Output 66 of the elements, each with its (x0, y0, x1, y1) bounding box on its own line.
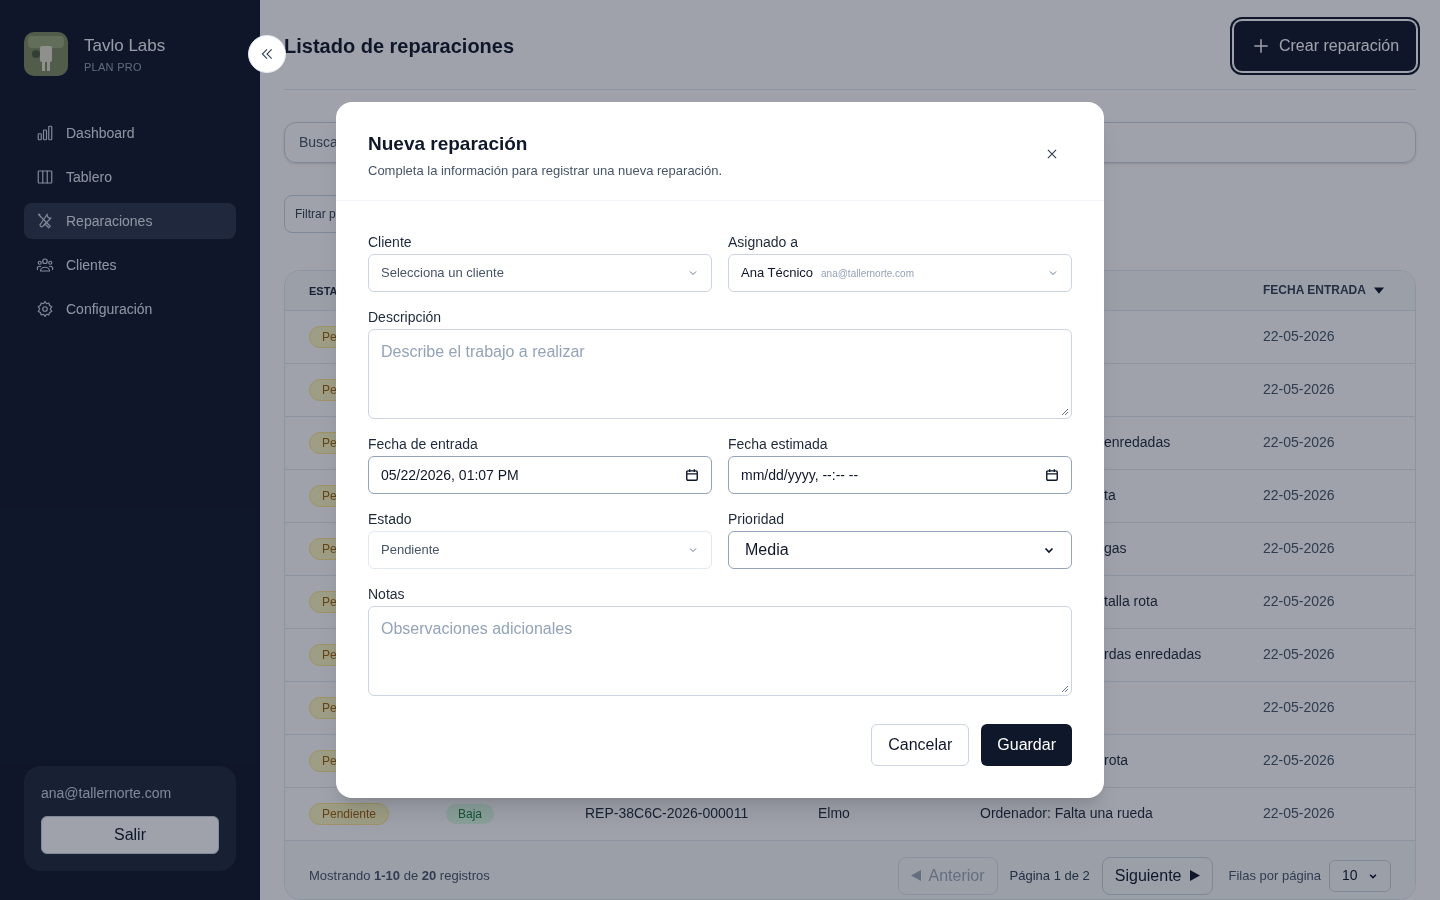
date-cell: 22-05-2026 (1263, 699, 1335, 716)
rows-per-page-label: Filas por página (1228, 866, 1321, 885)
nav-item[interactable]: Reparaciones (24, 203, 236, 239)
modal-title: Nueva reparación (368, 132, 529, 156)
field-label: Cliente (368, 233, 413, 251)
date-cell: 22-05-2026 (1263, 805, 1335, 822)
description-cell: Ordenador: Falta una rueda (980, 805, 1153, 822)
description-cell: rdas enredadas (1104, 646, 1202, 663)
status-badge: Pendiente (309, 802, 390, 825)
calendar-icon (1045, 468, 1059, 482)
assignee-name: Ana Técnico (741, 264, 814, 283)
client-cell: Elmo (818, 805, 850, 822)
save-button[interactable]: Guardar (981, 724, 1072, 766)
page-indicator: Página 1 de 2 (1009, 866, 1090, 885)
modal-subtitle: Completa la información para registrar una nueva reparación. (368, 161, 723, 180)
date-cell: 22-05-2026 (1263, 593, 1335, 610)
select-field[interactable]: Selecciona un cliente (368, 254, 712, 292)
settings-icon (36, 300, 54, 318)
date-time-field[interactable]: 05/22/2026, 01:07 PM (368, 456, 712, 494)
column-header[interactable]: FECHA ENTRADA (1263, 281, 1366, 300)
columns-icon (36, 168, 54, 186)
code-cell: REP-38C6C-2026-000011 (585, 805, 749, 822)
date-cell: 22-05-2026 (1263, 646, 1335, 663)
close-icon (1045, 147, 1059, 161)
column-header: ESTA (309, 285, 338, 298)
resize-handle-icon (1061, 408, 1069, 416)
cancel-button[interactable]: Cancelar (871, 724, 970, 766)
date-cell: 22-05-2026 (1263, 487, 1335, 504)
select-field[interactable]: Media (728, 531, 1072, 569)
calendar-icon (685, 468, 699, 482)
date-cell: 22-05-2026 (1263, 540, 1335, 557)
field-label: Fecha estimada (728, 435, 829, 453)
description-cell: rota (1104, 752, 1129, 769)
assignee-email: ana@tallernorte.com (821, 267, 914, 282)
tools-icon (36, 212, 54, 230)
date-time-field[interactable]: mm/dd/yyyy, --:-- -- (728, 456, 1072, 494)
records-summary: Mostrando 1-10 de 20 registros (309, 866, 490, 885)
description-cell: enredadas (1104, 434, 1171, 451)
resize-handle-icon (1061, 685, 1069, 693)
description-cell: gas (1104, 540, 1127, 557)
bar-chart-icon (36, 124, 54, 142)
select-field[interactable]: Pendiente (368, 531, 712, 569)
plan-label: PLAN PRO (84, 59, 143, 75)
date-cell: 22-05-2026 (1263, 752, 1335, 769)
users-icon (36, 256, 54, 274)
logout-button[interactable]: Salir (41, 816, 219, 854)
triangle-right-icon (1189, 870, 1200, 882)
collapse-button[interactable] (248, 35, 286, 73)
double-chevron-left-icon (259, 46, 275, 62)
next-button[interactable]: Siguiente (1101, 856, 1213, 895)
description-cell: talla rota (1104, 593, 1158, 610)
brand-name: Tavlo Labs (84, 35, 166, 57)
field-label: Estado (368, 510, 413, 528)
page-title: Listado de reparaciones (284, 34, 515, 59)
date-cell: 22-05-2026 (1263, 381, 1335, 398)
field-label: Descripción (368, 308, 443, 326)
date-cell: 22-05-2026 (1263, 328, 1335, 345)
select-field[interactable]: Ana Técnico ana@tallernorte.com (728, 254, 1072, 292)
date-cell: 22-05-2026 (1263, 434, 1335, 451)
field-label: Prioridad (728, 510, 786, 528)
description-cell: ta (1104, 487, 1116, 504)
field-label: Asignado a (728, 233, 800, 251)
user-email: ana@tallernorte.com (41, 784, 173, 803)
logo-icon (24, 32, 68, 76)
priority-badge: Baja (446, 804, 495, 825)
rows-per-page-select[interactable]: 10 (1329, 859, 1391, 892)
